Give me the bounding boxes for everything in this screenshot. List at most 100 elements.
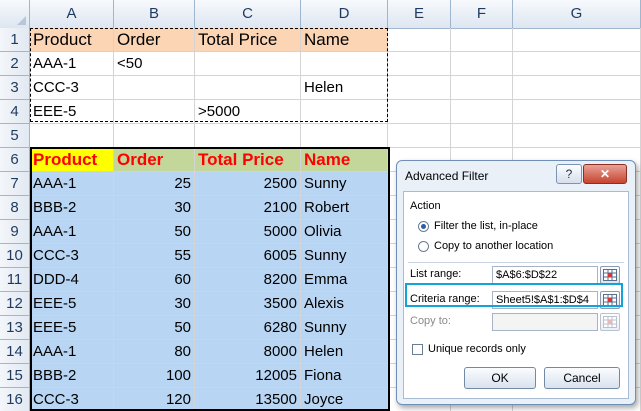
cell-e2[interactable] (388, 52, 451, 76)
row-header[interactable]: 15 (0, 364, 30, 388)
cell-b15[interactable]: 100 (114, 364, 195, 388)
unique-records-checkbox[interactable] (412, 344, 423, 355)
row-header[interactable]: 16 (0, 388, 30, 411)
cancel-button[interactable]: Cancel (544, 367, 620, 389)
cell-c2[interactable] (195, 52, 301, 76)
filter-in-place-radio[interactable] (418, 221, 429, 232)
cell-d15[interactable]: Fiona (301, 364, 388, 388)
cell-a14[interactable]: AAA-1 (30, 340, 114, 364)
cell-a11[interactable]: DDD-4 (30, 268, 114, 292)
cell-b10[interactable]: 55 (114, 244, 195, 268)
column-header-f[interactable]: F (451, 0, 513, 28)
copy-to-location-label[interactable]: Copy to another location (434, 240, 553, 252)
cell-d14[interactable]: Helen (301, 340, 388, 364)
cell-b2[interactable]: <50 (114, 52, 195, 76)
row-header[interactable]: 2 (0, 52, 30, 76)
row-header[interactable]: 12 (0, 292, 30, 316)
cell-b13[interactable]: 50 (114, 316, 195, 340)
cell-d16[interactable]: Joyce (301, 388, 388, 411)
row-header[interactable]: 5 (0, 124, 30, 148)
row-header[interactable]: 8 (0, 196, 30, 220)
cell-a12[interactable]: EEE-5 (30, 292, 114, 316)
cell-d9[interactable]: Olivia (301, 220, 388, 244)
column-header-a[interactable]: A (30, 0, 114, 28)
cell-g5[interactable] (513, 124, 641, 148)
cell-c13[interactable]: 6280 (195, 316, 301, 340)
column-header-g[interactable]: G (513, 0, 641, 28)
cell-f3[interactable] (451, 76, 513, 100)
cell-b1[interactable]: Order (114, 28, 195, 52)
cell-b3[interactable] (114, 76, 195, 100)
row-header[interactable]: 1 (0, 28, 30, 52)
cell-d2[interactable] (301, 52, 388, 76)
copy-to-collapse-button[interactable] (600, 313, 620, 331)
cell-a2[interactable]: AAA-1 (30, 52, 114, 76)
cell-c8[interactable]: 2100 (195, 196, 301, 220)
row-header[interactable]: 3 (0, 76, 30, 100)
cell-b16[interactable]: 120 (114, 388, 195, 411)
cell-c16[interactable]: 13500 (195, 388, 301, 411)
cell-c15[interactable]: 12005 (195, 364, 301, 388)
cell-d8[interactable]: Robert (301, 196, 388, 220)
list-range-collapse-button[interactable] (600, 266, 620, 284)
cell-c6[interactable]: Total Price (195, 148, 301, 172)
cell-g1[interactable] (513, 28, 641, 52)
cell-a13[interactable]: EEE-5 (30, 316, 114, 340)
cell-a7[interactable]: AAA-1 (30, 172, 114, 196)
copy-to-location-radio[interactable] (418, 241, 429, 252)
cell-a15[interactable]: BBB-2 (30, 364, 114, 388)
column-header-b[interactable]: B (114, 0, 195, 28)
cell-g4[interactable] (513, 100, 641, 124)
cell-d3[interactable]: Helen (301, 76, 388, 100)
help-button[interactable]: ? (556, 164, 582, 184)
cell-d7[interactable]: Sunny (301, 172, 388, 196)
cell-d13[interactable]: Sunny (301, 316, 388, 340)
cell-d1[interactable]: Name (301, 28, 388, 52)
cell-c11[interactable]: 8200 (195, 268, 301, 292)
row-header[interactable]: 4 (0, 100, 30, 124)
cell-c4[interactable]: >5000 (195, 100, 301, 124)
row-header[interactable]: 14 (0, 340, 30, 364)
cell-g3[interactable] (513, 76, 641, 100)
cell-a16[interactable]: CCC-3 (30, 388, 114, 411)
cell-g2[interactable] (513, 52, 641, 76)
cell-c14[interactable]: 8000 (195, 340, 301, 364)
row-header[interactable]: 6 (0, 148, 30, 172)
criteria-range-collapse-button[interactable] (600, 291, 620, 309)
cell-f2[interactable] (451, 52, 513, 76)
cell-e4[interactable] (388, 100, 451, 124)
cell-c9[interactable]: 5000 (195, 220, 301, 244)
column-header-d[interactable]: D (301, 0, 388, 28)
cell-a1[interactable]: Product (30, 28, 114, 52)
list-range-input[interactable]: $A$6:$D$22 (492, 266, 598, 284)
cell-c12[interactable]: 3500 (195, 292, 301, 316)
cell-b4[interactable] (114, 100, 195, 124)
cell-c3[interactable] (195, 76, 301, 100)
cell-e3[interactable] (388, 76, 451, 100)
filter-in-place-label[interactable]: Filter the list, in-place (434, 220, 538, 232)
copy-to-input[interactable] (492, 313, 598, 331)
cell-d6[interactable]: Name (301, 148, 388, 172)
ok-button[interactable]: OK (464, 367, 536, 389)
close-button[interactable]: ✕ (583, 164, 627, 184)
row-header[interactable]: 10 (0, 244, 30, 268)
cell-a8[interactable]: BBB-2 (30, 196, 114, 220)
cell-c10[interactable]: 6005 (195, 244, 301, 268)
cell-b6[interactable]: Order (114, 148, 195, 172)
cell-b9[interactable]: 50 (114, 220, 195, 244)
cell-b12[interactable]: 30 (114, 292, 195, 316)
cell-d12[interactable]: Alexis (301, 292, 388, 316)
cell-a6[interactable]: Product (30, 148, 114, 172)
cell-e5[interactable] (388, 124, 451, 148)
row-header[interactable]: 11 (0, 268, 30, 292)
unique-records-label[interactable]: Unique records only (428, 343, 526, 355)
cell-b8[interactable]: 30 (114, 196, 195, 220)
cell-f5[interactable] (451, 124, 513, 148)
cell-b11[interactable]: 60 (114, 268, 195, 292)
cell-a10[interactable]: CCC-3 (30, 244, 114, 268)
cell-b7[interactable]: 25 (114, 172, 195, 196)
cell-d11[interactable]: Emma (301, 268, 388, 292)
column-header-c[interactable]: C (195, 0, 301, 28)
cell-e1[interactable] (388, 28, 451, 52)
cell-f1[interactable] (451, 28, 513, 52)
